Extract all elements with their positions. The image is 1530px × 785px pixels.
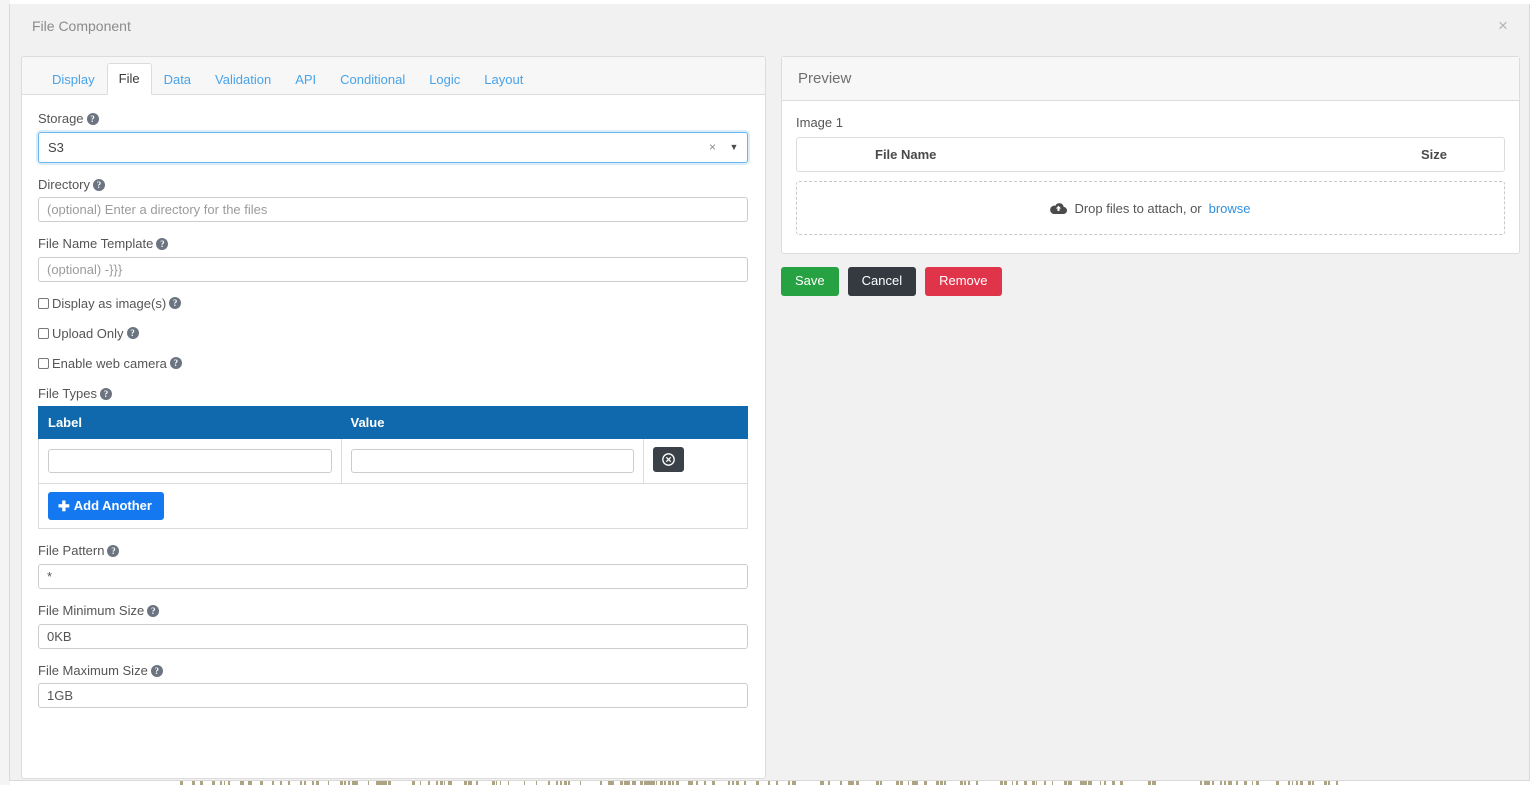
file-types-column-actions <box>643 406 748 440</box>
storage-field: Storage? S3 × ▼ <box>38 111 748 163</box>
column-size: Size <box>1420 147 1447 162</box>
storage-clear-icon[interactable]: × <box>703 139 721 155</box>
file-types-field: File Types? Label Value ✚ Add Another <box>38 386 748 530</box>
file-maximum-size-field: File Maximum Size? <box>38 663 748 709</box>
file-minimum-size-input[interactable] <box>38 623 748 649</box>
file-types-column-label: Label <box>38 406 342 440</box>
file-name-template-field: File Name Template? <box>38 236 748 282</box>
file-minimum-size-field: File Minimum Size? <box>38 603 748 649</box>
checkbox-label[interactable]: Display as image(s) <box>52 296 166 311</box>
save-button[interactable]: Save <box>781 267 839 297</box>
settings-panel: Display File Data Validation API Conditional L… <box>21 56 766 779</box>
tab-data[interactable]: Data <box>152 64 203 95</box>
settings-tabbar: Display File Data Validation API Conditional L… <box>22 57 765 95</box>
add-another-cell: ✚ Add Another <box>38 483 748 530</box>
preview-card: Preview Image 1 File Name Size Drop file… <box>781 56 1520 254</box>
preview-panel: Preview Image 1 File Name Size Drop file… <box>781 56 1520 297</box>
file-pattern-field: File Pattern? <box>38 543 748 589</box>
file-minimum-size-label: File Minimum Size? <box>38 603 748 619</box>
file-pattern-label: File Pattern? <box>38 543 748 559</box>
help-icon[interactable]: ? <box>93 178 106 191</box>
file-component-modal: File Component × Display File Data Validati… <box>9 4 1530 781</box>
storage-selected-value: S3 <box>48 139 64 155</box>
tab-layout[interactable]: Layout <box>472 64 535 95</box>
tab-display[interactable]: Display <box>40 64 107 95</box>
column-file-name: File Name <box>875 147 937 162</box>
image-label: Image 1 <box>796 115 843 130</box>
tab-api[interactable]: API <box>283 64 328 95</box>
storage-select[interactable]: S3 × ▼ <box>38 131 748 163</box>
help-icon[interactable]: ? <box>169 357 182 370</box>
checkbox-row: Enable web camera? <box>38 356 748 371</box>
preview-title: Preview <box>782 57 1519 101</box>
help-icon[interactable]: ? <box>156 238 169 251</box>
help-icon[interactable]: ? <box>147 604 160 617</box>
file-table-header: File Name Size <box>796 137 1505 172</box>
add-another-label: Add Another <box>73 498 152 514</box>
file-types-label-input[interactable] <box>48 449 332 474</box>
help-icon[interactable]: ? <box>100 387 113 400</box>
tab-validation[interactable]: Validation <box>203 64 283 95</box>
remove-row-button[interactable] <box>653 447 684 473</box>
help-icon[interactable]: ? <box>126 327 139 340</box>
directory-field: Directory? <box>38 177 748 223</box>
circle-x-icon <box>662 453 675 467</box>
modal-header: File Component × <box>10 4 1529 48</box>
dropzone-text: Drop files to attach, or <box>1074 200 1202 216</box>
cloud-upload-icon <box>1050 202 1068 215</box>
file-types-value-input[interactable] <box>350 449 634 474</box>
file-types-column-value: Value <box>340 406 644 440</box>
help-icon[interactable]: ? <box>150 664 163 677</box>
checkbox-enable-web-camera[interactable] <box>38 357 49 369</box>
file-types-header-row: Label Value <box>38 406 748 440</box>
help-icon[interactable]: ? <box>107 545 120 558</box>
help-icon[interactable]: ? <box>86 113 99 125</box>
checkbox-row: Display as image(s)? <box>38 296 748 311</box>
file-types-footer-row: ✚ Add Another <box>38 483 748 530</box>
file-types-table: Label Value ✚ Add Another <box>38 406 748 530</box>
plus-icon: ✚ <box>58 497 70 514</box>
file-types-body <box>38 438 748 485</box>
checkbox-row: Upload Only? <box>38 326 748 341</box>
clipped-background-text <box>180 781 1340 785</box>
file-maximum-size-input[interactable] <box>38 683 748 709</box>
file-types-value-cell <box>340 438 644 485</box>
add-another-button[interactable]: ✚ Add Another <box>48 492 164 521</box>
checkbox-upload-only[interactable] <box>38 327 49 339</box>
file-dropzone[interactable]: Drop files to attach, or browse <box>796 181 1505 235</box>
file-types-action-cell <box>643 438 748 485</box>
file-pattern-input[interactable] <box>38 563 748 589</box>
file-name-template-input[interactable] <box>38 256 748 282</box>
storage-label: Storage? <box>38 111 748 127</box>
cancel-button[interactable]: Cancel <box>847 267 917 297</box>
help-icon[interactable]: ? <box>169 297 182 310</box>
modal-title: File Component <box>32 18 131 34</box>
tab-conditional[interactable]: Conditional <box>328 64 417 95</box>
browse-link[interactable]: browse <box>1209 201 1251 216</box>
file-name-template-label: File Name Template? <box>38 236 748 252</box>
file-maximum-size-label: File Maximum Size? <box>38 663 748 679</box>
table-row <box>38 438 748 485</box>
remove-button[interactable]: Remove <box>925 267 1002 297</box>
checkbox-label[interactable]: Upload Only <box>52 326 124 341</box>
checkbox-display-as-image-s[interactable] <box>38 297 49 309</box>
file-types-label-cell <box>38 438 342 485</box>
chevron-down-icon[interactable]: ▼ <box>721 141 747 153</box>
tab-file[interactable]: File <box>106 63 152 95</box>
file-types-label: File Types? <box>38 386 748 402</box>
checkbox-label[interactable]: Enable web camera <box>52 356 167 371</box>
checkbox-group: Display as image(s)? Upload Only? Enable w… <box>38 296 748 371</box>
directory-input[interactable] <box>38 197 748 223</box>
tab-logic[interactable]: Logic <box>417 64 472 95</box>
action-button-row: Save Cancel Remove <box>781 267 1520 297</box>
close-icon[interactable]: × <box>1491 13 1515 37</box>
directory-label: Directory? <box>38 177 748 193</box>
